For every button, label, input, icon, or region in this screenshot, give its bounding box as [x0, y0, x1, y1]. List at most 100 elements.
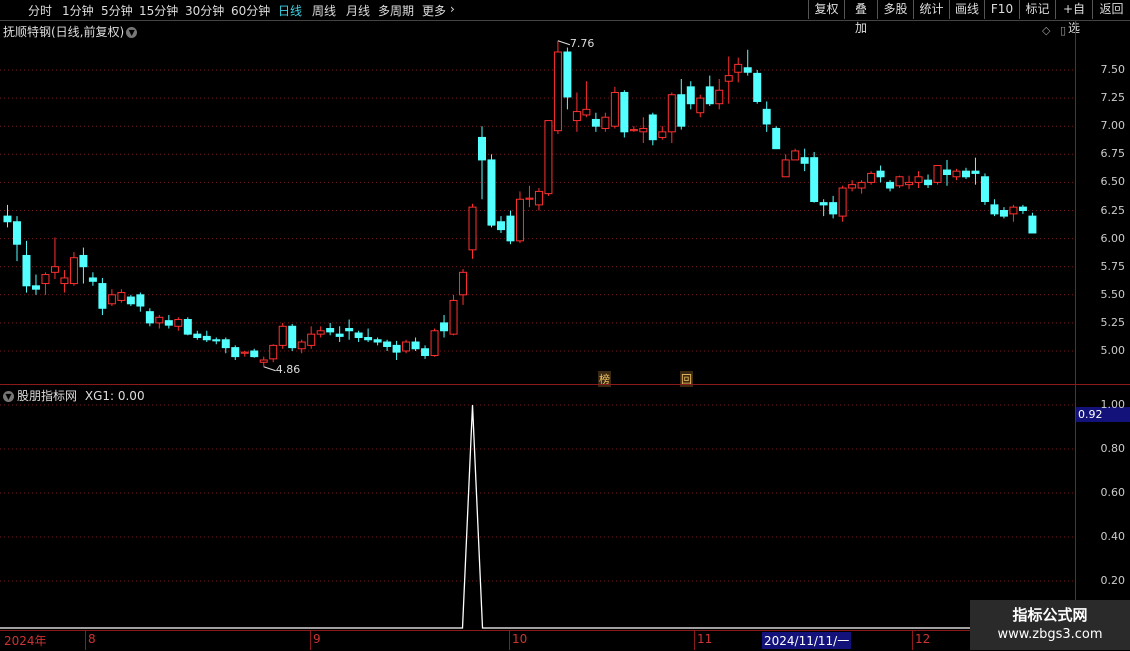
candle-body[interactable]	[829, 202, 838, 215]
candle-body[interactable]	[126, 296, 135, 305]
candle-body[interactable]	[525, 197, 534, 200]
period-tab-7[interactable]: 周线	[312, 2, 336, 19]
candle-body[interactable]	[724, 75, 733, 82]
candle-body[interactable]	[221, 339, 230, 349]
candle-body[interactable]	[506, 215, 515, 242]
candle-body[interactable]	[278, 325, 287, 346]
candle-body[interactable]	[12, 221, 21, 245]
candle-body[interactable]	[961, 170, 970, 178]
candle-body[interactable]	[876, 170, 885, 178]
candle-body[interactable]	[848, 184, 857, 189]
period-tab-2[interactable]: 5分钟	[101, 2, 133, 19]
candle-body[interactable]	[335, 333, 344, 337]
candle-body[interactable]	[591, 118, 600, 127]
candle-body[interactable]	[1018, 206, 1027, 212]
candle-body[interactable]	[620, 91, 629, 133]
candle-body[interactable]	[364, 337, 373, 341]
candle-body[interactable]	[895, 176, 904, 187]
candle-body[interactable]	[648, 114, 657, 141]
chevron-down-icon[interactable]: ▼	[3, 391, 14, 402]
candle-body[interactable]	[307, 333, 316, 346]
candle-body[interactable]	[943, 169, 952, 176]
candle-body[interactable]	[22, 254, 31, 287]
more-arrow-icon[interactable]: ›	[450, 2, 455, 16]
candle-body[interactable]	[145, 311, 154, 324]
candle-body[interactable]	[886, 181, 895, 189]
period-tab-0[interactable]: 分时	[28, 2, 52, 19]
candle-body[interactable]	[421, 348, 430, 356]
period-tab-9[interactable]: 多周期	[378, 2, 414, 19]
panel-toggle-icon[interactable]: ▯	[1060, 24, 1066, 37]
candle-body[interactable]	[155, 316, 164, 324]
candle-body[interactable]	[952, 170, 961, 178]
candle-body[interactable]	[31, 285, 40, 290]
candle-body[interactable]	[193, 333, 202, 339]
candle-body[interactable]	[753, 72, 762, 102]
toolbar-button-1[interactable]: 叠加	[844, 0, 877, 35]
candle-body[interactable]	[212, 339, 221, 342]
period-tab-4[interactable]: 30分钟	[185, 2, 224, 19]
candle-body[interactable]	[781, 159, 790, 178]
candle-body[interactable]	[667, 94, 676, 133]
period-tab-10[interactable]: 更多	[422, 2, 446, 19]
candle-body[interactable]	[183, 319, 192, 335]
period-tab-1[interactable]: 1分钟	[62, 2, 94, 19]
kline-panel[interactable]: 抚顺特钢(日线,前复权) ▼ ◇ ▯ 7.76 4.86 榜 回	[0, 21, 1075, 387]
diamond-icon[interactable]: ◇	[1042, 24, 1050, 37]
candle-body[interactable]	[553, 51, 562, 132]
candle-body[interactable]	[800, 157, 809, 164]
candle-body[interactable]	[259, 359, 268, 363]
indicator-panel[interactable]: ▼ 股朋指标网 XG1: 0.00	[0, 385, 1075, 630]
candle-body[interactable]	[411, 341, 420, 350]
period-tab-8[interactable]: 月线	[346, 2, 370, 19]
candle-body[interactable]	[563, 51, 572, 98]
candle-body[interactable]	[743, 67, 752, 73]
candle-body[interactable]	[515, 198, 524, 242]
toolbar-button-5[interactable]: F10	[984, 0, 1019, 19]
toolbar-button-3[interactable]: 统计	[913, 0, 949, 19]
candle-body[interactable]	[610, 91, 619, 127]
candle-body[interactable]	[762, 108, 771, 125]
candle-body[interactable]	[345, 328, 354, 332]
candle-body[interactable]	[3, 215, 12, 223]
candle-body[interactable]	[715, 89, 724, 105]
candle-body[interactable]	[373, 339, 382, 343]
candle-body[interactable]	[440, 322, 449, 332]
period-tab-3[interactable]: 15分钟	[139, 2, 178, 19]
candle-body[interactable]	[734, 63, 743, 73]
candle-body[interactable]	[107, 294, 116, 305]
candle-body[interactable]	[544, 120, 553, 195]
candle-body[interactable]	[41, 274, 50, 285]
candle-body[interactable]	[459, 271, 468, 296]
toolbar-button-8[interactable]: 返回	[1092, 0, 1130, 19]
candle-body[interactable]	[231, 347, 240, 358]
candle-body[interactable]	[980, 176, 989, 203]
candle-body[interactable]	[601, 116, 610, 129]
candle-body[interactable]	[819, 202, 828, 206]
candle-body[interactable]	[202, 335, 211, 341]
toolbar-button-6[interactable]: 标记	[1019, 0, 1055, 19]
candle-body[interactable]	[696, 97, 705, 114]
period-tab-6[interactable]: 日线	[278, 2, 302, 19]
candle-body[interactable]	[838, 187, 847, 217]
candle-body[interactable]	[534, 190, 543, 206]
candle-body[interactable]	[933, 165, 942, 183]
candle-body[interactable]	[69, 257, 78, 285]
candle-body[interactable]	[658, 131, 667, 138]
candle-body[interactable]	[449, 299, 458, 335]
candle-body[interactable]	[905, 181, 914, 186]
candle-body[interactable]	[686, 86, 695, 105]
candle-body[interactable]	[990, 204, 999, 215]
candle-body[interactable]	[60, 277, 69, 285]
toolbar-button-2[interactable]: 多股	[877, 0, 913, 19]
candle-body[interactable]	[914, 176, 923, 183]
candle-body[interactable]	[383, 341, 392, 348]
candle-body[interactable]	[810, 157, 819, 203]
candle-body[interactable]	[705, 86, 714, 105]
candle-body[interactable]	[117, 292, 126, 301]
candle-body[interactable]	[1028, 215, 1037, 234]
candle-body[interactable]	[487, 159, 496, 226]
candle-body[interactable]	[772, 127, 781, 150]
candle-body[interactable]	[857, 181, 866, 189]
toolbar-button-0[interactable]: 复权	[808, 0, 844, 19]
